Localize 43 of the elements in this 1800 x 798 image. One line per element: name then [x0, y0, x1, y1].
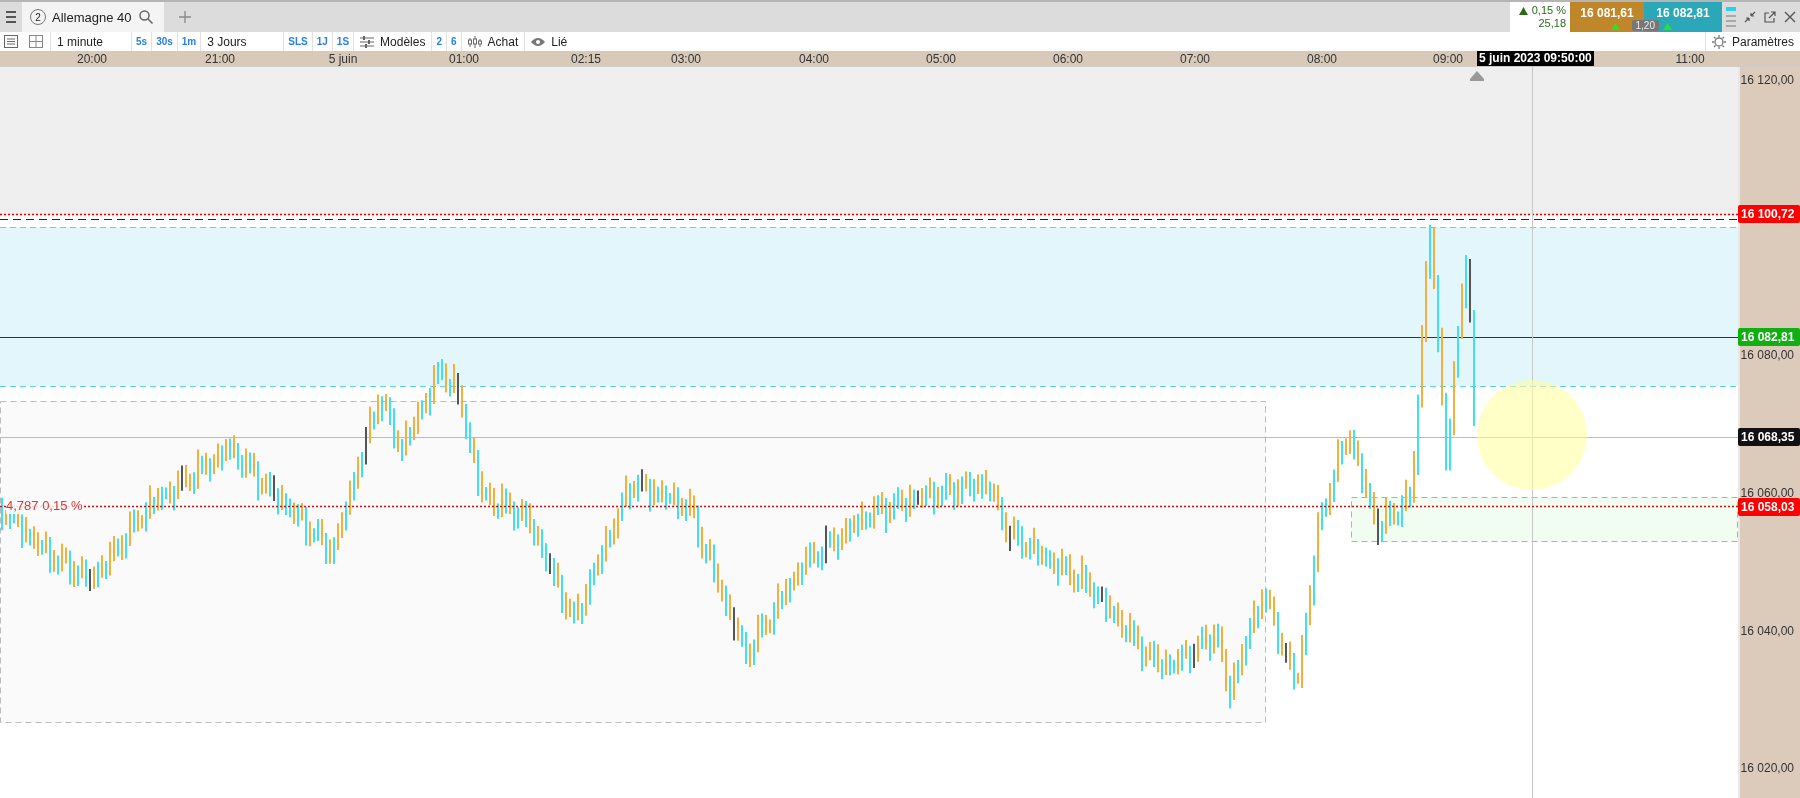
- cursor-handle-icon[interactable]: [1470, 71, 1484, 81]
- price-marker: 16 100,72: [1738, 205, 1800, 223]
- price-tick: 16 020,00: [1740, 761, 1794, 775]
- time-label: 06:00: [1053, 52, 1083, 66]
- price-tick: 16 040,00: [1740, 624, 1794, 638]
- candles-icon: [467, 35, 482, 48]
- price-tick: 16 060,00: [1740, 486, 1794, 500]
- layout-icon[interactable]: [29, 35, 43, 48]
- up-triangle-icon: [1518, 6, 1528, 15]
- price-marker: 16 082,81: [1738, 328, 1800, 346]
- change-percent: 0,15 %: [1531, 4, 1566, 17]
- time-label: 03:00: [671, 52, 701, 66]
- instrument-tab[interactable]: 2 Allemagne 40: [22, 2, 164, 32]
- price-marker: 16 068,35: [1738, 428, 1800, 446]
- time-label: 02:15: [571, 52, 601, 66]
- line-label: 4,787 0,15 %: [6, 498, 83, 514]
- time-label: 07:00: [1180, 52, 1210, 66]
- time-label: 21:00: [205, 52, 235, 66]
- price-tick: 16 120,00: [1740, 73, 1794, 87]
- eye-icon: [531, 36, 546, 47]
- close-icon[interactable]: [1784, 11, 1796, 23]
- tab-title: Allemagne 40: [52, 9, 132, 25]
- spread-badge: 1,20: [1631, 20, 1659, 31]
- cursor-time-label: 5 juin 2023 09:50:00: [1477, 51, 1594, 66]
- time-label: 11:00: [1675, 52, 1705, 66]
- time-label: 04:00: [799, 52, 829, 66]
- search-icon[interactable]: [137, 9, 154, 25]
- up-triangle-icon: [1611, 23, 1620, 30]
- time-label: 5 juin: [328, 52, 358, 66]
- time-label: 05:00: [926, 52, 956, 66]
- time-label: 01:00: [449, 52, 479, 66]
- popout-icon[interactable]: [1764, 11, 1776, 23]
- list-icon[interactable]: [4, 35, 18, 48]
- sliders-icon: [360, 35, 375, 48]
- change-points: 25,18: [1538, 17, 1566, 30]
- settings-icon: [1711, 34, 1726, 49]
- time-label: 08:00: [1307, 52, 1337, 66]
- minimize-icon[interactable]: [1744, 11, 1756, 23]
- up-triangle-icon: [1663, 23, 1672, 30]
- price-tick: 16 080,00: [1740, 348, 1794, 362]
- price-marker: 16 058,03: [1738, 498, 1800, 516]
- time-label: 09:00: [1433, 52, 1463, 66]
- time-label: 20:00: [77, 52, 107, 66]
